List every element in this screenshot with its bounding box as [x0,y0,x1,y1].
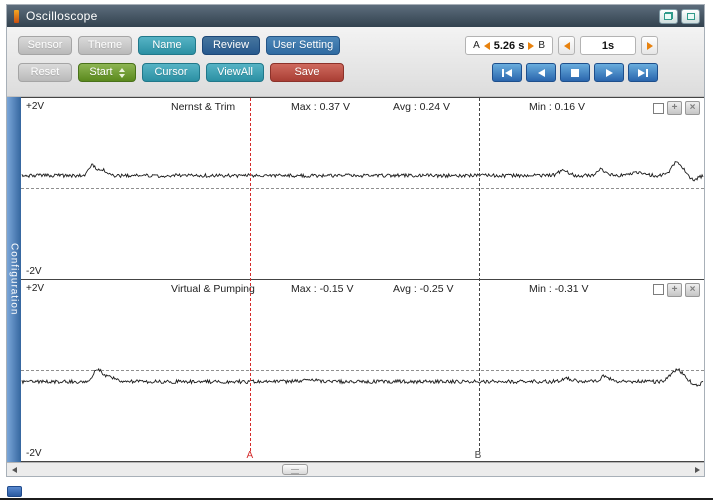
scroll-thumb[interactable] [282,464,308,475]
ab-delta-value: 5.26 s [493,39,525,52]
toolbar-row-2: Reset Start Cursor ViewAll Save [15,59,696,86]
scale-bottom-label: -2V [26,265,42,277]
plot-region: Configuration +2V Nernst & Trim Max : 0.… [7,97,704,462]
a-marker-label: A [473,40,480,51]
panel-move-button[interactable]: + [667,101,682,115]
avg-value: Avg : -0.25 V [393,282,454,295]
oscilloscope-window: Oscilloscope Sensor Theme Name Review Us… [6,4,705,477]
right-arrow-icon [646,41,653,50]
playback-controls [492,63,658,82]
cursor-a-line[interactable] [250,98,252,451]
b-marker-icon [528,41,535,50]
timebase-decrease-button[interactable] [558,36,575,55]
min-value: Min : -0.31 V [529,282,589,295]
ab-range-readout: A 5.26 s B [465,36,553,55]
play-button[interactable] [594,63,624,82]
reset-button[interactable]: Reset [18,63,72,82]
go-to-end-button[interactable] [628,63,658,82]
last-icon [638,68,645,77]
channel-visible-checkbox[interactable] [653,102,664,114]
min-value: Min : 0.16 V [529,101,586,113]
timebase-increase-button[interactable] [641,36,658,55]
b-marker-label: B [538,40,545,51]
window-restore-button[interactable] [659,8,678,24]
start-button[interactable]: Start [78,63,136,82]
toolbar: Sensor Theme Name Review User Setting A … [7,27,704,97]
panel-close-button[interactable]: × [685,282,700,297]
user-setting-button[interactable]: User Setting [266,36,340,55]
go-to-start-button[interactable] [492,63,522,82]
start-button-label: Start [89,66,113,78]
configuration-tab[interactable]: Configuration [7,97,21,462]
configuration-tab-label: Configuration [8,243,20,316]
max-value: Max : 0.37 V [291,101,350,113]
panel-close-button[interactable]: × [685,101,700,115]
scroll-right-button[interactable] [690,463,704,476]
avg-value: Avg : 0.24 V [393,101,451,113]
scroll-right-icon [694,466,700,473]
panel-controls: + × [653,282,700,297]
window-maximize-button[interactable] [681,8,700,24]
zero-reference-line [21,188,704,190]
stop-icon [571,68,579,77]
bottom-divider [0,498,713,500]
channel-visible-checkbox[interactable] [653,284,664,295]
channel-panel-pumping: +2V Virtual & Pumping Max : -0.15 V Avg … [21,279,704,461]
cursor-a-label: A [246,450,254,461]
timebase-value[interactable]: 1s [580,36,636,55]
channel-panel-nernst: +2V Nernst & Trim Max : 0.37 V Avg : 0.2… [21,98,704,280]
step-back-button[interactable] [526,63,556,82]
zero-reference-line [21,370,704,372]
left-arrow-icon [563,41,570,50]
scale-top-label: +2V [26,282,45,294]
view-all-button[interactable]: ViewAll [206,63,264,82]
channel-title: Nernst & Trim [171,101,236,113]
toolbar-row-1: Sensor Theme Name Review User Setting A … [15,32,696,59]
theme-button[interactable]: Theme [78,36,132,55]
window-title: Oscilloscope [26,9,98,23]
first-icon [502,68,504,77]
bottom-left-chip [7,486,22,497]
app-icon [14,9,19,23]
timebase-controls: A 5.26 s B 1s [465,36,658,55]
scroll-left-button[interactable] [7,463,21,476]
scale-bottom-label: -2V [26,448,42,459]
horizontal-scrollbar[interactable] [7,462,704,476]
scroll-left-icon [11,466,17,473]
play-icon [605,68,613,77]
name-button[interactable]: Name [138,36,196,55]
start-spinner-icon [118,67,125,78]
panel-move-button[interactable]: + [667,282,682,297]
sensor-button[interactable]: Sensor [18,36,72,55]
channel-title: Virtual & Pumping [171,282,255,295]
save-button[interactable]: Save [270,63,344,82]
a-marker-icon [483,41,490,50]
panel-controls: + × [653,101,700,115]
cursor-button[interactable]: Cursor [142,63,200,82]
max-value: Max : -0.15 V [291,282,354,295]
window-controls [659,8,700,24]
stop-button[interactable] [560,63,590,82]
back-icon [537,68,545,77]
panels-wrap: +2V Nernst & Trim Max : 0.37 V Avg : 0.2… [21,97,704,462]
maximize-icon [686,12,695,20]
titlebar: Oscilloscope [7,5,704,27]
scale-top-label: +2V [26,101,45,112]
restore-icon [664,12,673,20]
review-button[interactable]: Review [202,36,260,55]
cursor-b-line[interactable] [478,98,480,451]
cursor-b-label: B [474,450,482,461]
